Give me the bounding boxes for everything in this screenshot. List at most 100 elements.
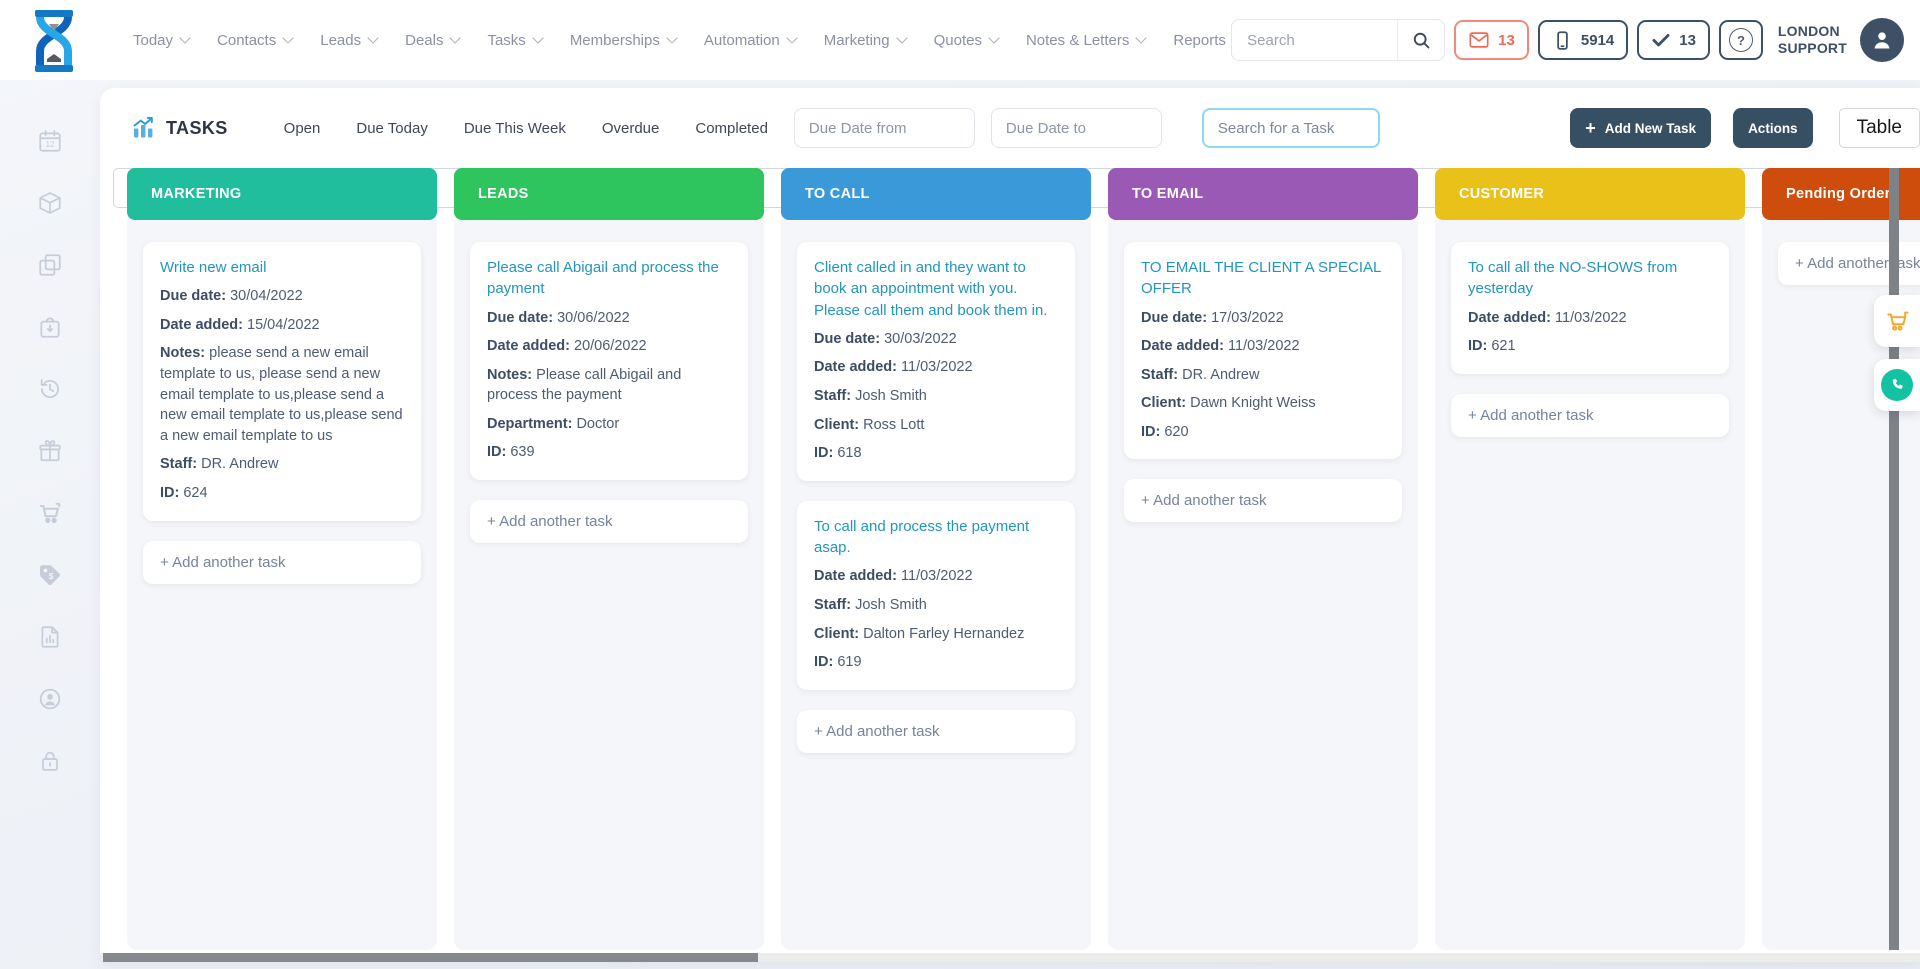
filter-completed[interactable]: Completed: [695, 120, 768, 137]
task-field-id: ID: 619: [814, 652, 1058, 673]
nav-item-memberships[interactable]: Memberships: [570, 32, 676, 49]
search-icon[interactable]: [1397, 20, 1444, 60]
task-field-value: Ross Lott: [863, 417, 924, 433]
nav-item-quotes[interactable]: Quotes: [934, 32, 998, 49]
task-field-date-added: Date added: 11/03/2022: [1141, 336, 1385, 357]
chevron-down-icon: [367, 32, 378, 43]
nav-item-contacts[interactable]: Contacts: [217, 32, 292, 49]
task-field-label: Date added:: [160, 317, 247, 333]
task-field-value: 620: [1164, 424, 1188, 440]
package-icon[interactable]: [37, 190, 63, 216]
column-title: CUSTOMER: [1459, 186, 1544, 202]
due-date-from-input[interactable]: [794, 108, 975, 148]
sidebar: 12 $: [0, 80, 100, 969]
nav-item-notes-letters[interactable]: Notes & Letters: [1026, 32, 1145, 49]
filter-open[interactable]: Open: [284, 120, 321, 137]
nav-item-tasks[interactable]: Tasks: [487, 32, 541, 49]
task-card[interactable]: Write new emailDue date: 30/04/2022Date …: [143, 242, 421, 521]
task-field-value: 11/03/2022: [901, 568, 973, 584]
task-card[interactable]: To call and process the payment asap. Dat…: [797, 501, 1075, 690]
column-header-marketing: MARKETING: [127, 168, 437, 220]
actions-button[interactable]: Actions: [1733, 108, 1813, 148]
check-icon: [1651, 30, 1671, 50]
task-field-label: ID:: [487, 444, 510, 460]
column-header-customer: CUSTOMER: [1435, 168, 1745, 220]
task-card[interactable]: To call all the NO-SHOWS from yesterdayD…: [1451, 242, 1729, 374]
task-field-value: 30/03/2022: [884, 331, 957, 347]
task-field-value: 11/03/2022: [1555, 310, 1627, 326]
sales-report-icon[interactable]: [37, 624, 63, 650]
tasks-toolbar: TASKS OpenDue TodayDue This WeekOverdueC…: [100, 88, 1920, 168]
task-field-value: 624: [183, 485, 207, 501]
task-card[interactable]: Client called in and they want to book a…: [797, 242, 1075, 481]
filter-overdue[interactable]: Overdue: [602, 120, 660, 137]
history-icon[interactable]: [37, 376, 63, 402]
task-field-label: ID:: [1141, 424, 1164, 440]
global-search-input[interactable]: [1232, 32, 1397, 49]
calendar-icon[interactable]: 12: [37, 128, 63, 154]
task-title-link[interactable]: Write new email: [160, 257, 404, 278]
add-another-task-button[interactable]: + Add another task: [797, 710, 1075, 753]
nav-item-marketing[interactable]: Marketing: [824, 32, 906, 49]
account-name-line2: SUPPORT: [1778, 40, 1847, 57]
shopping-bag-icon[interactable]: [37, 314, 63, 340]
app-logo-hourglass-icon[interactable]: [30, 9, 78, 71]
horizontal-scrollbar-thumb[interactable]: [103, 953, 758, 962]
task-search-input[interactable]: [1202, 108, 1380, 148]
task-title-link[interactable]: Client called in and they want to book a…: [814, 257, 1058, 321]
phone-calls-badge[interactable]: 5914: [1538, 20, 1628, 60]
task-field-value: 17/03/2022: [1211, 310, 1284, 326]
task-field-due-date: Due date: 30/06/2022: [487, 308, 731, 329]
email-notifications-badge[interactable]: 13: [1454, 20, 1529, 60]
board-column-customer: CUSTOMER To call all the NO-SHOWS from ye…: [1435, 168, 1745, 950]
lock-icon[interactable]: [37, 748, 63, 774]
task-field-label: Due date:: [487, 310, 557, 326]
task-field-label: Notes:: [487, 367, 536, 383]
copy-pages-icon[interactable]: [37, 252, 63, 278]
task-card[interactable]: Please call Abigail and process the paym…: [470, 242, 748, 480]
task-title-link[interactable]: Please call Abigail and process the paym…: [487, 257, 731, 300]
filter-due-today[interactable]: Due Today: [356, 120, 427, 137]
nav-item-automation[interactable]: Automation: [704, 32, 796, 49]
task-field-label: Client:: [814, 626, 863, 642]
task-title-link[interactable]: To call all the NO-SHOWS from yesterday: [1468, 257, 1712, 300]
cart-icon[interactable]: [37, 500, 63, 526]
account-icon[interactable]: [37, 686, 63, 712]
task-card[interactable]: TO EMAIL THE CLIENT A SPECIAL OFFER Due d…: [1124, 242, 1402, 459]
avatar[interactable]: [1860, 18, 1904, 62]
table-view-button[interactable]: Table: [1839, 108, 1920, 148]
add-new-task-button[interactable]: + Add New Task: [1570, 108, 1711, 148]
nav-item-leads[interactable]: Leads: [320, 32, 377, 49]
add-another-task-button[interactable]: + Add another task: [143, 541, 421, 584]
help-button[interactable]: ?: [1719, 20, 1763, 60]
envelope-icon: [1468, 29, 1490, 51]
price-tag-icon[interactable]: $: [37, 562, 63, 588]
gift-icon[interactable]: [37, 438, 63, 464]
nav-item-deals[interactable]: Deals: [405, 32, 459, 49]
column-body: Write new emailDue date: 30/04/2022Date …: [127, 220, 437, 950]
task-field-label: Date added:: [814, 568, 901, 584]
help-icon: ?: [1729, 28, 1753, 52]
completed-tasks-badge[interactable]: 13: [1637, 20, 1710, 60]
add-another-task-button[interactable]: + Add another task: [1124, 479, 1402, 522]
task-field-due-date: Due date: 17/03/2022: [1141, 308, 1385, 329]
filter-due-this-week[interactable]: Due This Week: [464, 120, 566, 137]
chevron-down-icon: [988, 32, 999, 43]
nav-item-today[interactable]: Today: [133, 32, 189, 49]
add-another-task-button[interactable]: + Add another task: [1451, 394, 1729, 437]
navbar: Today Contacts Leads Deals Tasks Memberships A…: [0, 0, 1920, 80]
horizontal-scrollbar-track[interactable]: [100, 953, 1920, 962]
column-title: Pending Orders: [1786, 186, 1899, 202]
phone-count: 5914: [1581, 32, 1614, 49]
nav-item-label: Reports: [1173, 32, 1226, 49]
task-field-value: Dalton Farley Hernandez: [863, 626, 1024, 642]
add-another-task-button[interactable]: + Add another task: [470, 500, 748, 543]
due-date-to-input[interactable]: [991, 108, 1162, 148]
cart-float-button[interactable]: [1874, 295, 1920, 347]
vertical-scrollbar[interactable]: [1889, 168, 1899, 950]
task-title-link[interactable]: To call and process the payment asap.: [814, 516, 1058, 559]
task-field-staff: Staff: Josh Smith: [814, 595, 1058, 616]
whatsapp-float-button[interactable]: [1874, 359, 1920, 411]
task-title-link[interactable]: TO EMAIL THE CLIENT A SPECIAL OFFER: [1141, 257, 1385, 300]
task-field-label: ID:: [1468, 338, 1491, 354]
